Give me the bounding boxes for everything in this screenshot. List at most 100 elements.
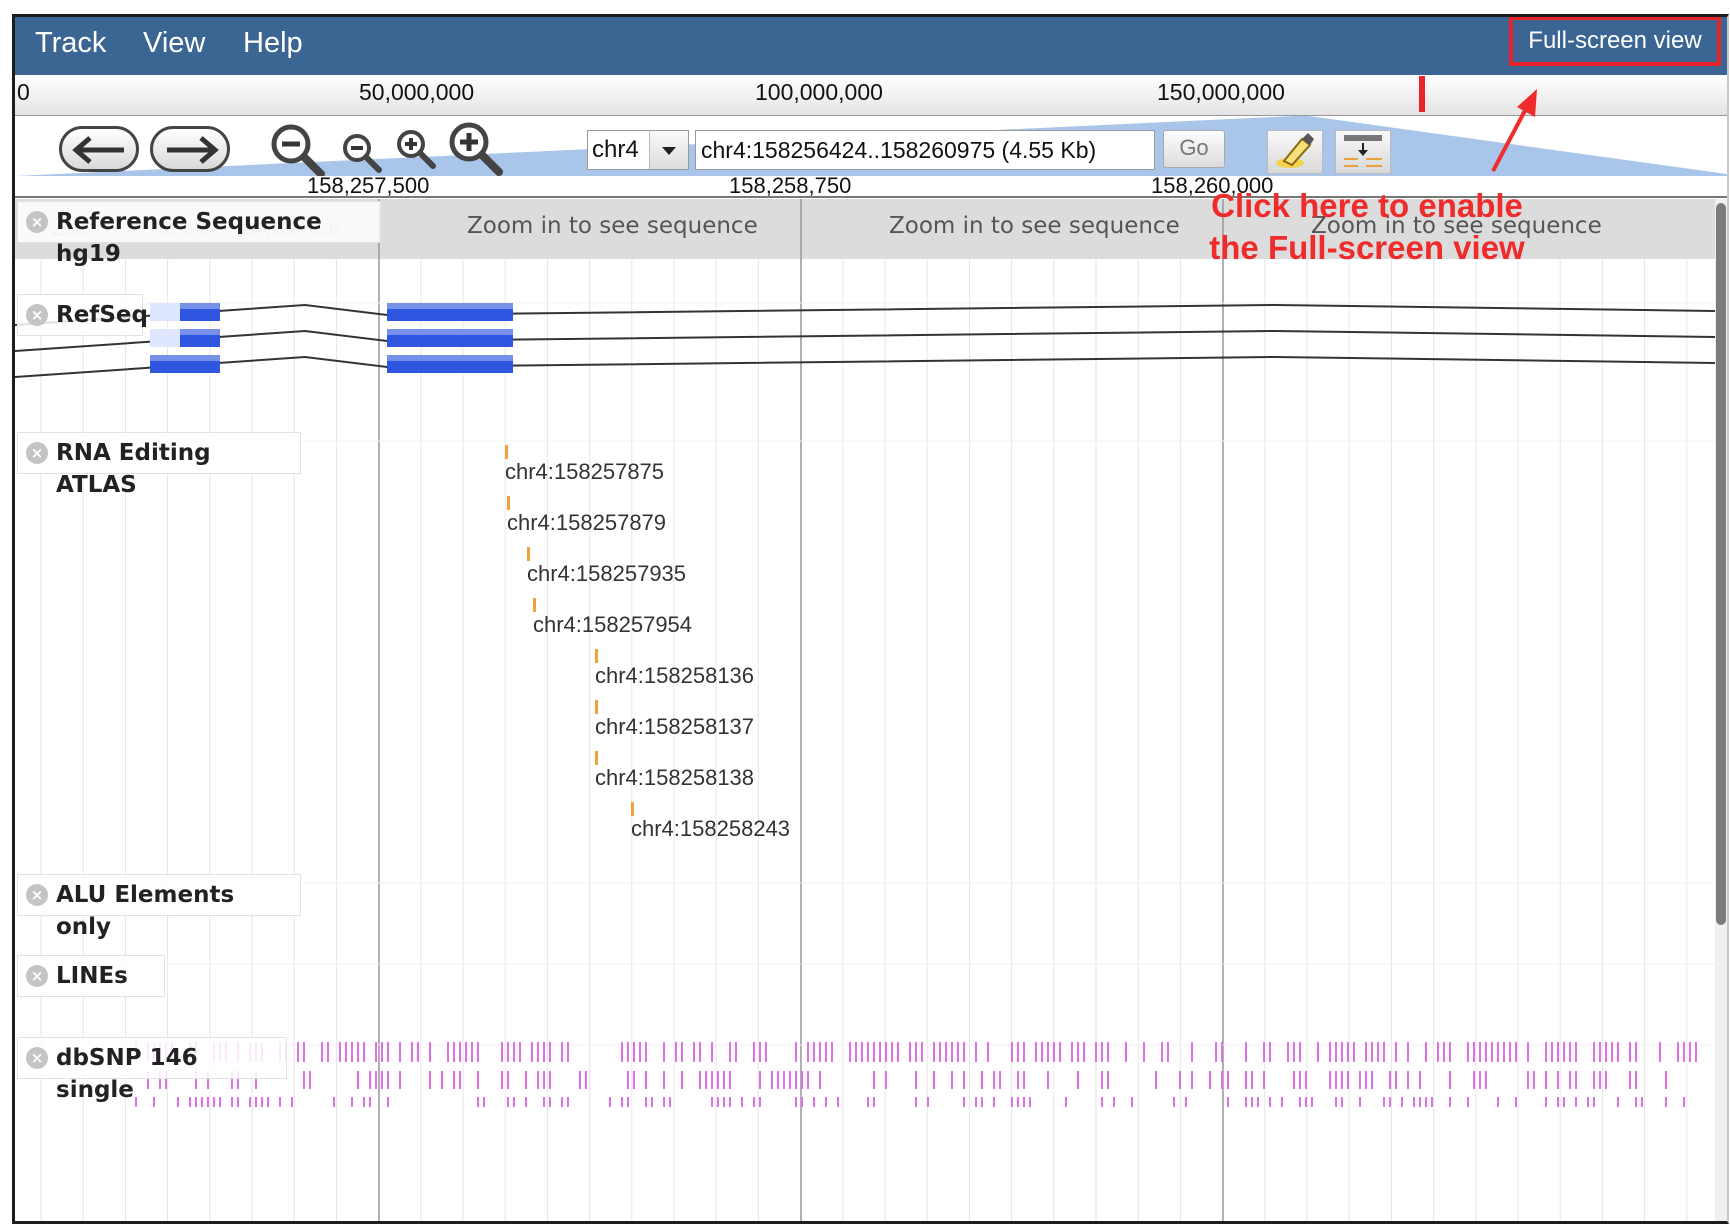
editing-site-marker[interactable]: [595, 700, 598, 714]
close-icon[interactable]: ×: [26, 211, 48, 233]
snp-tick: [1605, 1071, 1607, 1089]
snp-tick: [1677, 1042, 1679, 1062]
snp-tick: [669, 1097, 671, 1107]
track-scrollbar[interactable]: [1715, 199, 1727, 1221]
go-button[interactable]: Go: [1163, 130, 1225, 168]
fullscreen-view-link[interactable]: Full-screen view: [1509, 17, 1721, 66]
snp-tick: [1383, 1042, 1385, 1062]
snp-tick: [1335, 1071, 1337, 1089]
overview-ruler[interactable]: 0 50,000,000 100,000,000 150,000,000: [15, 75, 1727, 116]
snp-tick: [1515, 1042, 1517, 1062]
overview-position-marker[interactable]: [1419, 76, 1425, 112]
editing-site-marker[interactable]: [595, 751, 598, 765]
snp-tick: [1305, 1097, 1307, 1107]
snp-tick: [975, 1097, 977, 1107]
editing-site-marker[interactable]: [505, 445, 508, 459]
snp-tick: [279, 1097, 281, 1107]
overview-tick: 100,000,000: [755, 79, 883, 105]
pan-left-button[interactable]: [59, 126, 139, 172]
pan-right-button[interactable]: [150, 126, 230, 172]
snp-tick: [1125, 1042, 1127, 1062]
editing-site-marker[interactable]: [507, 496, 510, 510]
track-label-reference-sequence[interactable]: × Reference Sequence hg19: [17, 201, 381, 267]
snp-tick: [549, 1071, 551, 1089]
scrollbar-thumb[interactable]: [1716, 203, 1726, 925]
snp-tick: [1683, 1042, 1685, 1062]
close-icon[interactable]: ×: [26, 884, 48, 906]
track-label-alu-elements[interactable]: × ALU Elements only: [17, 874, 301, 940]
editing-site-label[interactable]: chr4:158257935: [527, 561, 686, 587]
snp-tick: [327, 1042, 329, 1062]
editing-site-label[interactable]: chr4:158257954: [533, 612, 692, 638]
snp-tick: [1557, 1042, 1559, 1062]
editing-site-label[interactable]: chr4:158258137: [595, 714, 754, 740]
track-label-refseq[interactable]: × RefSeq: [17, 294, 148, 336]
track-selector-button[interactable]: [1335, 130, 1391, 174]
snp-tick: [1449, 1097, 1451, 1107]
location-input[interactable]: [695, 130, 1155, 170]
zoom-in-button[interactable]: [447, 120, 505, 182]
editing-site-marker[interactable]: [527, 547, 530, 561]
close-icon[interactable]: ×: [26, 965, 48, 987]
snp-tick: [447, 1042, 449, 1062]
snp-tick: [1473, 1042, 1475, 1062]
snp-tick: [621, 1097, 623, 1107]
editing-site-marker[interactable]: [595, 649, 598, 663]
editing-site-marker[interactable]: [631, 802, 634, 816]
menu-track[interactable]: Track: [35, 27, 106, 60]
close-icon[interactable]: ×: [26, 304, 48, 326]
snp-tick: [1665, 1071, 1667, 1089]
editing-site-label[interactable]: chr4:158258243: [631, 816, 790, 842]
snp-tick: [399, 1071, 401, 1089]
annotation-callout: Click here to enable the Full-screen vie…: [1177, 185, 1557, 269]
snp-tick: [1383, 1097, 1385, 1107]
chromosome-select[interactable]: chr4: [587, 130, 689, 170]
editing-site-label[interactable]: chr4:158257875: [505, 459, 664, 485]
snp-tick: [1569, 1042, 1571, 1062]
close-icon[interactable]: ×: [26, 442, 48, 464]
snp-tick: [993, 1097, 995, 1107]
snp-tick: [1695, 1042, 1697, 1062]
editing-site-marker[interactable]: [533, 598, 536, 612]
snp-tick: [249, 1097, 251, 1107]
snp-tick: [1395, 1071, 1397, 1089]
detail-tick: 158,257,500: [307, 173, 430, 198]
snp-tick: [807, 1042, 809, 1062]
snp-tick: [363, 1097, 365, 1107]
editing-site-label[interactable]: chr4:158258138: [595, 765, 754, 791]
snp-tick: [663, 1042, 665, 1062]
snp-tick: [1491, 1042, 1493, 1062]
snp-tick: [1503, 1042, 1505, 1062]
snp-tick: [1191, 1071, 1193, 1089]
menu-bar: Track View Help Full-screen view: [15, 17, 1727, 75]
snp-tick: [1329, 1042, 1331, 1062]
snp-tick: [1473, 1071, 1475, 1089]
zoom-out-small-button[interactable]: [341, 132, 383, 178]
track-label-rna-editing-atlas[interactable]: × RNA Editing ATLAS: [17, 432, 301, 498]
snp-tick: [1053, 1042, 1055, 1062]
snp-tick: [195, 1097, 197, 1107]
editing-site-label[interactable]: chr4:158258136: [595, 663, 754, 689]
snp-tick: [759, 1097, 761, 1107]
highlight-button[interactable]: [1267, 130, 1323, 174]
menu-view[interactable]: View: [143, 27, 205, 60]
snp-tick: [951, 1042, 953, 1062]
transcript-intron: [15, 303, 1715, 326]
snp-tick: [1269, 1042, 1271, 1062]
snp-tick: [543, 1097, 545, 1107]
overview-tick: 150,000,000: [1157, 79, 1285, 105]
snp-tick: [699, 1071, 701, 1089]
zoom-in-small-button[interactable]: [395, 128, 437, 174]
snp-tick: [885, 1071, 887, 1089]
snp-tick: [1077, 1071, 1079, 1089]
snp-tick: [1377, 1042, 1379, 1062]
snp-tick: [1281, 1097, 1283, 1107]
editing-site-label[interactable]: chr4:158257879: [507, 510, 666, 536]
exon-shine: [387, 329, 513, 335]
menu-help[interactable]: Help: [243, 27, 303, 60]
snp-tick: [921, 1042, 923, 1062]
track-label-lines[interactable]: × LINEs: [17, 955, 165, 997]
snp-tick: [1413, 1097, 1415, 1107]
track-label-dbsnp[interactable]: × dbSNP 146 single: [17, 1037, 287, 1103]
close-icon[interactable]: ×: [26, 1047, 48, 1069]
